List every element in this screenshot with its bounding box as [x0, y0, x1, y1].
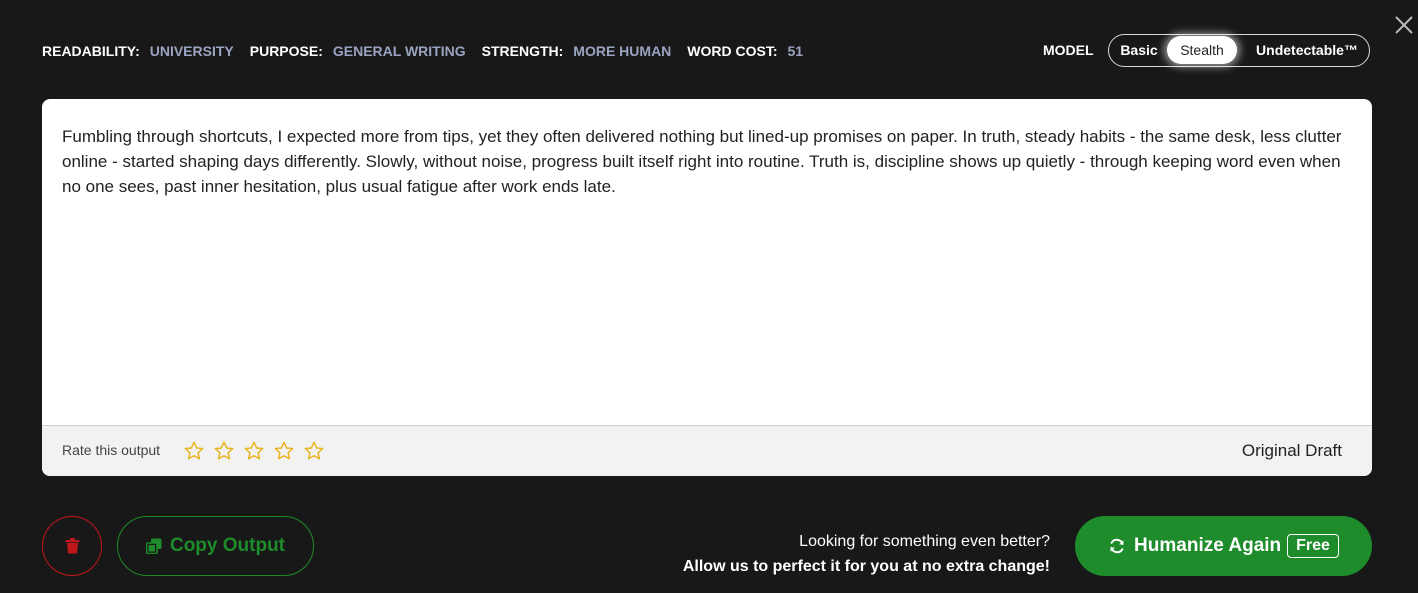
upgrade-promo: Looking for something even better? Allow… [683, 529, 1050, 579]
star-4[interactable] [273, 440, 295, 462]
promo-offer: Allow us to perfect it for you at no ext… [682, 558, 1050, 575]
star-outline-icon [244, 441, 264, 460]
readability-key: READABILITY: [42, 43, 140, 59]
delete-button[interactable] [42, 516, 102, 576]
humanizer-output-panel: READABILITY: UNIVERSITY PURPOSE: GENERAL… [0, 0, 1418, 593]
strength-value: MORE HUMAN [573, 43, 672, 59]
promo-question: Looking for something even better? [799, 533, 1050, 550]
star-1[interactable] [183, 440, 205, 462]
purpose-value: GENERAL WRITING [332, 43, 466, 59]
word-cost-value: 51 [787, 43, 804, 59]
model-option-undetectable[interactable]: Undetectable™ [1249, 35, 1365, 65]
settings-summary: READABILITY: UNIVERSITY PURPOSE: GENERAL… [42, 42, 819, 60]
star-outline-icon [184, 441, 204, 460]
humanize-again-label: Humanize Again [1134, 535, 1282, 556]
model-label: MODEL [1043, 42, 1094, 58]
model-selector: Basic Stealth Undetectable™ [1108, 34, 1370, 67]
star-outline-icon [304, 441, 324, 460]
star-2[interactable] [213, 440, 235, 462]
model-option-basic[interactable]: Basic [1117, 35, 1161, 65]
rating-stars [183, 440, 333, 462]
word-cost-key: WORD COST: [687, 43, 778, 59]
star-3[interactable] [243, 440, 265, 462]
copy-output-label: Copy Output [169, 535, 286, 556]
purpose-key: PURPOSE: [249, 43, 323, 59]
close-button[interactable] [1393, 14, 1415, 36]
trash-icon [65, 538, 80, 554]
original-draft-link[interactable]: Original Draft [1242, 441, 1342, 461]
model-option-stealth[interactable]: Stealth [1167, 36, 1237, 64]
copy-icon [145, 538, 162, 554]
readability-value: UNIVERSITY [149, 43, 234, 59]
rate-label: Rate this output [62, 442, 161, 458]
refresh-icon [1110, 538, 1124, 554]
close-icon [1395, 16, 1413, 34]
free-badge: Free [1287, 534, 1339, 558]
star-5[interactable] [303, 440, 325, 462]
output-card: Fumbling through shortcuts, I expected m… [42, 99, 1372, 476]
output-footer: Rate this output Original Draft [42, 425, 1372, 476]
strength-key: STRENGTH: [481, 43, 564, 59]
star-outline-icon [274, 441, 294, 460]
copy-output-button[interactable]: Copy Output [117, 516, 314, 576]
output-text[interactable]: Fumbling through shortcuts, I expected m… [62, 124, 1357, 199]
humanize-again-button[interactable]: Humanize Again Free [1075, 516, 1372, 576]
star-outline-icon [214, 441, 234, 460]
